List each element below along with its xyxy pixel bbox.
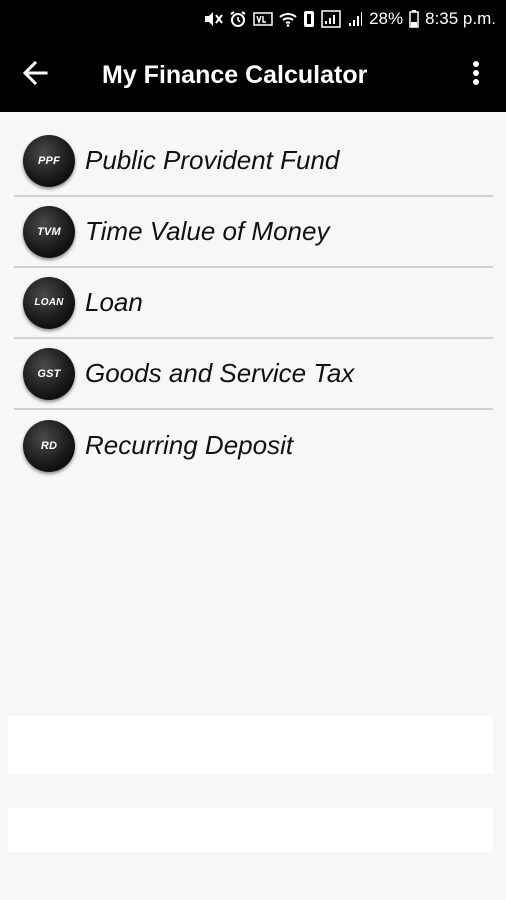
list-item-label: Recurring Deposit xyxy=(85,430,294,460)
alarm-icon xyxy=(229,10,247,28)
list-item-gst[interactable]: GST Goods and Service Tax xyxy=(14,339,493,410)
list-item-label: Time Value of Money xyxy=(85,216,330,246)
list-item-label: Loan xyxy=(85,287,143,317)
ppf-icon: PPF xyxy=(23,134,75,187)
tvm-icon: TVM xyxy=(23,205,75,258)
list-item-label: Public Provident Fund xyxy=(85,145,340,175)
volte-icon xyxy=(253,11,273,27)
signal-box-icon xyxy=(321,10,341,28)
clock: 8:35 p.m. xyxy=(425,9,496,28)
list-item-rd[interactable]: RD Recurring Deposit xyxy=(14,410,493,481)
data-saver-icon xyxy=(303,10,315,28)
mute-icon xyxy=(203,11,223,27)
cell-signal-icon xyxy=(347,11,363,27)
ad-placeholder-top xyxy=(8,716,493,774)
page-title: My Finance Calculator xyxy=(102,60,368,89)
app-bar: My Finance Calculator xyxy=(0,38,506,112)
ad-placeholder-bottom xyxy=(8,808,493,852)
status-bar: 28% 8:35 p.m. xyxy=(0,0,506,38)
overflow-menu-button[interactable] xyxy=(446,38,506,112)
arrow-left-icon xyxy=(22,60,48,91)
more-vert-icon xyxy=(472,60,480,91)
list-item-loan[interactable]: LOAN Loan xyxy=(14,268,493,339)
calculator-list: PPF Public Provident Fund TVM Time Value… xyxy=(14,126,493,481)
battery-icon xyxy=(409,10,419,28)
gst-icon: GST xyxy=(23,347,75,400)
list-item-tvm[interactable]: TVM Time Value of Money xyxy=(14,197,493,268)
list-item-label: Goods and Service Tax xyxy=(85,358,355,388)
back-button[interactable] xyxy=(0,38,70,112)
loan-icon: LOAN xyxy=(23,276,75,329)
list-item-ppf[interactable]: PPF Public Provident Fund xyxy=(14,126,493,197)
wifi-icon xyxy=(279,11,297,27)
rd-icon: RD xyxy=(23,419,75,472)
battery-percent: 28% xyxy=(369,9,404,28)
